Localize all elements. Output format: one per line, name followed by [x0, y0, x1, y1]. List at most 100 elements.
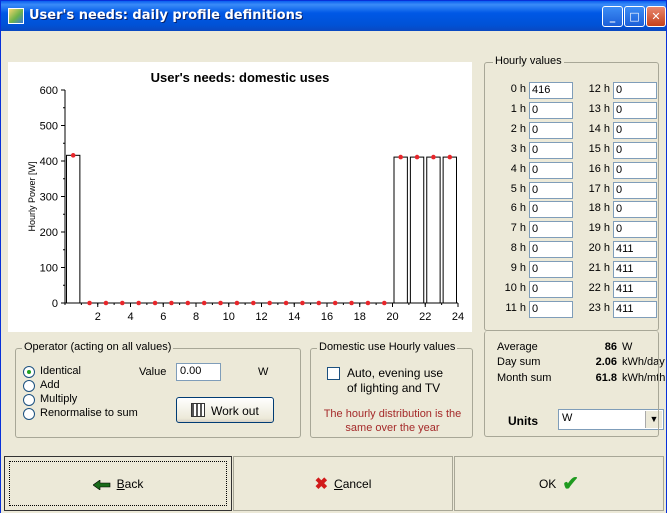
x-tick-label: 18 [354, 311, 366, 323]
auto-evening-checkbox[interactable] [327, 367, 340, 380]
hour-value-input[interactable]: 0 [529, 121, 573, 139]
hour-label: 13 h [588, 102, 610, 115]
hour-value-input[interactable]: 0 [613, 161, 657, 179]
x-tick-label: 2 [95, 311, 101, 323]
data-point [398, 154, 403, 160]
maximize-button[interactable]: □ [624, 6, 645, 27]
work-out-button[interactable]: Work out [176, 397, 274, 423]
operator-option-label[interactable]: Multiply [40, 393, 77, 405]
y-tick-label: 600 [40, 85, 58, 97]
data-point [218, 300, 223, 306]
hour-label: 8 h [510, 242, 526, 255]
title-bar[interactable]: User's needs: daily profile definitions … [1, 1, 666, 31]
operator-radio-multiply[interactable] [23, 394, 35, 406]
data-point [365, 300, 371, 306]
operator-radio-renormalise-to-sum[interactable] [23, 408, 35, 420]
y-tick-label: 100 [40, 263, 58, 275]
x-tick-label: 20 [386, 311, 398, 323]
hour-value-input[interactable]: 411 [613, 281, 657, 298]
x-tick-label: 4 [127, 311, 133, 323]
hour-label: 12 h [588, 83, 610, 95]
hour-value-input[interactable]: 411 [613, 241, 657, 259]
data-point [185, 300, 191, 306]
bar [426, 156, 441, 304]
bottom-button-bar: Back ✖ Cancel OK ✔ [1, 455, 666, 513]
bar [442, 156, 457, 304]
hour-value-input[interactable]: 0 [529, 101, 573, 119]
operator-option-label[interactable]: Add [40, 379, 60, 391]
operator-option-label[interactable]: Renormalise to sum [40, 407, 138, 419]
hour-value-input[interactable]: 0 [613, 121, 657, 139]
bar [66, 154, 81, 304]
y-tick-label: 300 [40, 192, 58, 204]
hour-value-input[interactable]: 0 [613, 221, 657, 239]
hour-label: 1 h [510, 102, 526, 115]
y-tick-label: 400 [40, 156, 58, 168]
auto-evening-label-2[interactable]: of lighting and TV [347, 381, 440, 395]
y-tick-label: 0 [52, 298, 58, 310]
distribution-note-2: same over the year [345, 422, 440, 434]
hour-value-input[interactable]: 0 [529, 181, 573, 199]
hour-label: 6 h [510, 202, 526, 215]
data-point [267, 300, 272, 306]
hour-label: 0 h [510, 83, 526, 95]
hour-value-input[interactable]: 0 [613, 141, 657, 159]
data-point [283, 300, 289, 306]
data-point [316, 300, 322, 306]
maximize-icon: □ [629, 10, 640, 23]
hour-label: 21 h [588, 262, 610, 275]
x-tick-label: 24 [452, 311, 464, 323]
y-axis-label: Hourly Power [W] [27, 161, 37, 231]
operator-option-label[interactable]: Identical [40, 365, 81, 377]
y-tick-label: 500 [40, 121, 58, 133]
data-point [201, 300, 207, 306]
hour-label: 23 h [588, 301, 610, 314]
operator-radio-identical[interactable] [23, 366, 35, 378]
value-label: Value [139, 366, 167, 378]
hour-value-input[interactable]: 0 [529, 281, 573, 298]
hour-value-input[interactable]: 0 [529, 221, 573, 239]
value-input[interactable]: 0.00 [176, 363, 221, 381]
x-tick-label: 8 [193, 311, 199, 323]
hour-value-input[interactable]: 0 [529, 300, 573, 318]
data-point [152, 300, 158, 306]
value-unit: W [258, 366, 269, 378]
auto-evening-label-1[interactable]: Auto, evening use [347, 366, 443, 380]
hour-value-input[interactable]: 0 [613, 181, 657, 199]
close-button[interactable]: ✕ [646, 6, 666, 27]
hour-value-input[interactable]: 0 [529, 241, 573, 259]
window-title: User's needs: daily profile definitions [29, 8, 303, 23]
hour-label: 14 h [588, 122, 610, 135]
data-point [349, 300, 354, 306]
data-point [431, 154, 436, 160]
dialog-window: User's needs: daily profile definitions … [0, 0, 667, 513]
data-point [382, 300, 387, 306]
hour-value-input[interactable]: 0 [529, 201, 573, 219]
hour-label: 19 h [588, 222, 610, 235]
hour-value-input[interactable]: 0 [613, 101, 657, 119]
hour-value-input[interactable]: 411 [613, 300, 657, 318]
data-point [87, 300, 92, 306]
hour-label: 18 h [588, 202, 610, 215]
minimize-button[interactable]: _ [602, 6, 623, 27]
hour-value-input[interactable]: 0 [529, 141, 573, 159]
hour-value-input[interactable]: 411 [613, 261, 657, 279]
hour-value-input[interactable]: 0 [529, 161, 573, 179]
ok-button[interactable]: OK ✔ [454, 456, 664, 511]
calculator-icon [191, 403, 205, 417]
cancel-label: Cancel [334, 476, 372, 491]
back-button[interactable]: Back [4, 456, 232, 511]
work-out-label: Work out [211, 404, 259, 418]
hour-value-input[interactable]: 0 [613, 201, 657, 219]
cancel-button[interactable]: ✖ Cancel [233, 456, 453, 511]
hour-value-input[interactable]: 0 [529, 261, 573, 279]
data-point [300, 300, 305, 306]
data-point [120, 300, 125, 306]
hour-value-input[interactable]: 416 [529, 82, 573, 99]
hour-label: 9 h [510, 262, 526, 275]
operator-radio-add[interactable] [23, 380, 35, 392]
checkmark-icon: ✔ [562, 473, 580, 495]
hour-value-input[interactable]: 0 [613, 82, 657, 99]
hourly-values-label: Hourly values [493, 55, 564, 67]
hour-label: 2 h [510, 122, 526, 135]
